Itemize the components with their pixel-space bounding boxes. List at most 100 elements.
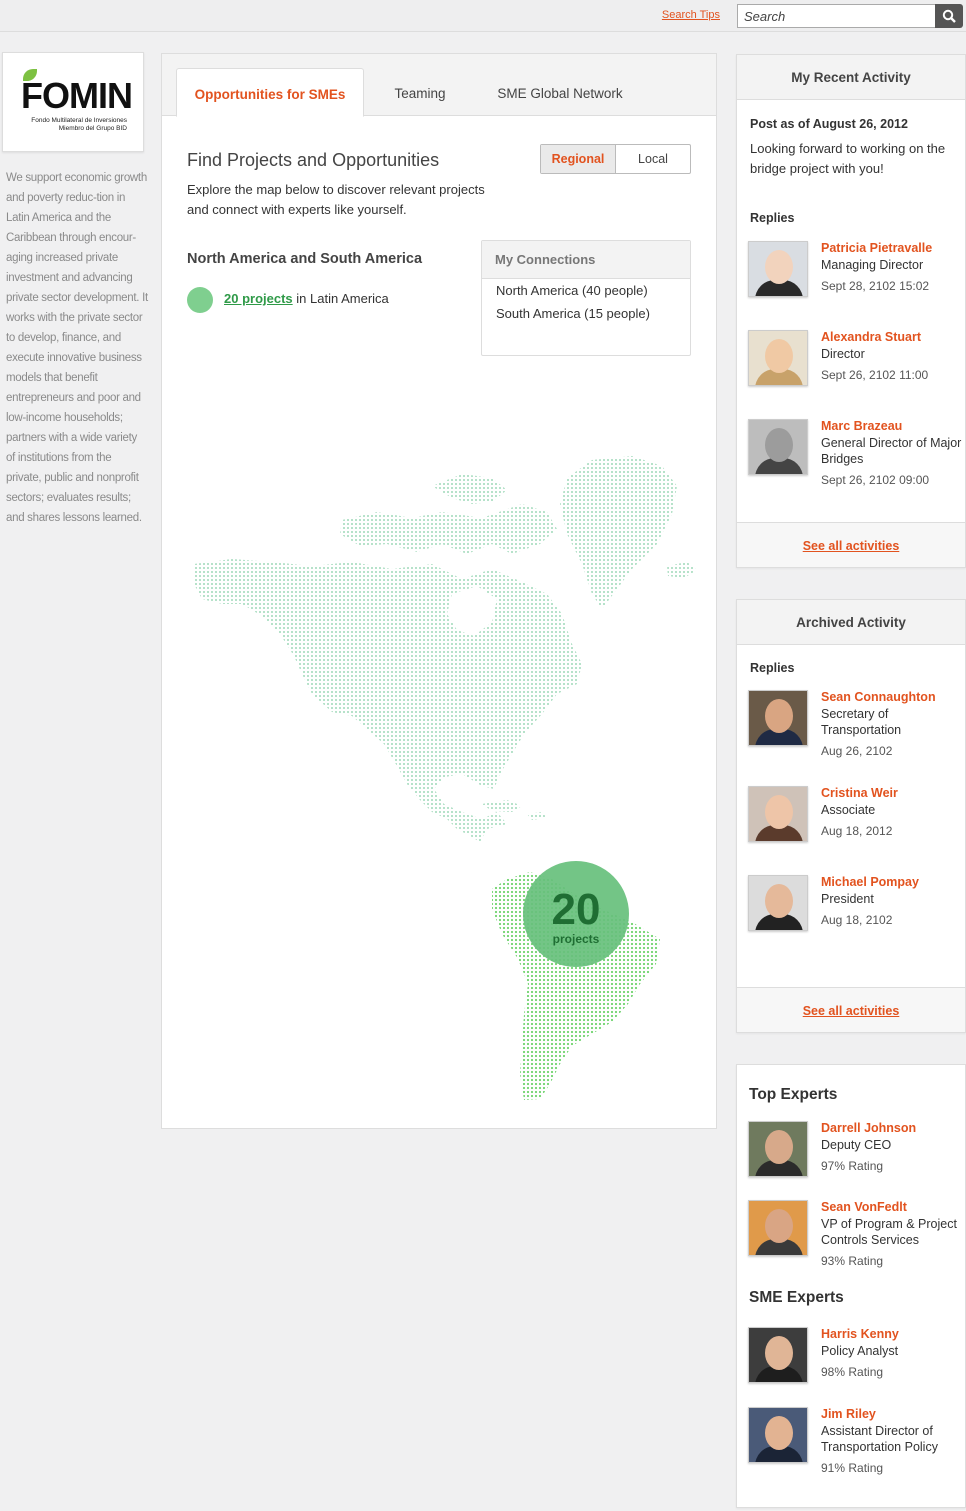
expert-role: Deputy CEO: [821, 1138, 892, 1152]
expert-name[interactable]: Harris Kenny: [821, 1327, 899, 1341]
greenland-shape: [560, 456, 677, 609]
recent-activity-title: My Recent Activity: [737, 55, 965, 100]
tab-sme-global-network[interactable]: SME Global Network: [480, 68, 640, 117]
avatar[interactable]: [748, 330, 808, 386]
scope-toggle: Regional Local: [540, 144, 691, 174]
reply-item[interactable]: Cristina Weir Associate Aug 18, 2012: [748, 786, 963, 866]
projects-link[interactable]: 20 projects: [224, 291, 293, 306]
expert-item[interactable]: Harris Kenny Policy Analyst 98% Rating: [748, 1327, 963, 1403]
reply-name[interactable]: Marc Brazeau: [821, 419, 902, 433]
top-bar: Search Tips Search: [0, 0, 966, 32]
reply-item[interactable]: Sean Connaughton Secretary of Transporta…: [748, 690, 963, 770]
reply-item[interactable]: Marc Brazeau General Director of Major B…: [748, 419, 963, 499]
reply-date: Sept 26, 2102 11:00: [821, 368, 929, 382]
reply-item[interactable]: Alexandra Stuart Director Sept 26, 2102 …: [748, 330, 963, 410]
reply-role: Director: [821, 347, 865, 361]
americas-map[interactable]: 20 projects: [162, 394, 716, 1114]
connections-title: My Connections: [482, 241, 690, 279]
avatar[interactable]: [748, 786, 808, 842]
expert-rating: 97% Rating: [821, 1159, 884, 1173]
page-title: Find Projects and Opportunities: [187, 150, 440, 170]
logo[interactable]: FOMIN Fondo Multilateral de Inversiones M…: [2, 52, 144, 152]
projects-bubble[interactable]: 20 projects: [523, 861, 629, 967]
expert-rating: 93% Rating: [821, 1254, 884, 1268]
avatar[interactable]: [748, 419, 808, 475]
projects-summary: 20 projects in Latin America: [224, 291, 389, 306]
expert-item[interactable]: Darrell Johnson Deputy CEO 97% Rating: [748, 1121, 963, 1197]
avatar[interactable]: [748, 875, 808, 931]
search-button[interactable]: [935, 4, 963, 28]
connection-row[interactable]: South America (15 people): [482, 302, 690, 325]
expert-role: Assistant Director of Transportation Pol…: [821, 1424, 938, 1454]
expert-role: VP of Program & Project Controls Service…: [821, 1217, 957, 1247]
local-button[interactable]: Local: [616, 145, 690, 173]
see-all-activities-link[interactable]: See all activities: [803, 1004, 900, 1018]
arctic-islands-shape: [340, 474, 557, 554]
project-dot-icon: [187, 287, 213, 313]
reply-role: Associate: [821, 803, 876, 817]
search-tips-link[interactable]: Search Tips: [662, 9, 720, 21]
top-experts-title: Top Experts: [749, 1086, 838, 1103]
archived-activity-title: Archived Activity: [737, 600, 965, 645]
expert-name[interactable]: Darrell Johnson: [821, 1121, 916, 1135]
reply-date: Sept 28, 2102 15:02: [821, 279, 930, 293]
iceland-shape: [667, 562, 697, 578]
see-all-footer: See all activities: [737, 522, 965, 567]
reply-name[interactable]: Sean Connaughton: [821, 690, 936, 704]
expert-rating: 98% Rating: [821, 1365, 884, 1379]
post-date: Post as of August 26, 2012: [750, 117, 908, 131]
reply-item[interactable]: Michael Pompay President Aug 18, 2102: [748, 875, 963, 955]
region-title: North America and South America: [187, 251, 423, 267]
tab-opportunities[interactable]: Opportunities for SMEs: [176, 68, 364, 117]
reply-name[interactable]: Alexandra Stuart: [821, 330, 921, 344]
avatar[interactable]: [748, 690, 808, 746]
see-all-footer: See all activities: [737, 987, 965, 1032]
search-icon: [942, 9, 956, 23]
north-america-shape: [194, 559, 582, 842]
reply-date: Aug 18, 2012: [821, 824, 893, 838]
replies-label: Replies: [750, 661, 795, 675]
archived-activity-panel: Archived Activity Replies Sean Connaught…: [736, 599, 966, 1033]
sme-experts-title: SME Experts: [749, 1289, 844, 1306]
logo-subtitle: Fondo Multilateral de Inversiones Miembro…: [31, 117, 127, 132]
expert-rating: 91% Rating: [821, 1461, 884, 1475]
reply-item[interactable]: Patricia Pietravalle Managing Director S…: [748, 241, 963, 321]
reply-role: Secretary of Transportation: [821, 707, 902, 737]
expert-item[interactable]: Jim Riley Assistant Director of Transpor…: [748, 1407, 963, 1497]
reply-role: President: [821, 892, 874, 906]
see-all-activities-link[interactable]: See all activities: [803, 539, 900, 553]
recent-activity-panel: My Recent Activity Post as of August 26,…: [736, 54, 966, 568]
reply-role: General Director of Major Bridges: [821, 436, 962, 466]
reply-name[interactable]: Patricia Pietravalle: [821, 241, 932, 255]
reply-date: Sept 26, 2102 09:00: [821, 473, 930, 487]
reply-date: Aug 26, 2102: [821, 744, 893, 758]
expert-role: Policy Analyst: [821, 1344, 899, 1358]
reply-role: Managing Director: [821, 258, 924, 272]
connection-row[interactable]: North America (40 people): [482, 279, 690, 302]
reply-date: Aug 18, 2102: [821, 913, 893, 927]
avatar[interactable]: [748, 241, 808, 297]
regional-button[interactable]: Regional: [541, 145, 616, 173]
expert-name[interactable]: Sean VonFedlt: [821, 1200, 907, 1214]
avatar[interactable]: [748, 1407, 808, 1463]
avatar[interactable]: [748, 1327, 808, 1383]
expert-item[interactable]: Sean VonFedlt VP of Program & Project Co…: [748, 1200, 963, 1290]
experts-panel: Top Experts Darrell Johnson Deputy CEO 9…: [736, 1064, 966, 1508]
reply-name[interactable]: Cristina Weir: [821, 786, 898, 800]
avatar[interactable]: [748, 1200, 808, 1256]
tab-teaming[interactable]: Teaming: [372, 68, 468, 117]
post-message: Looking forward to working on the bridge…: [750, 141, 946, 176]
search-input[interactable]: Search: [737, 4, 936, 28]
tab-bar: Opportunities for SMEs Teaming SME Globa…: [162, 54, 716, 117]
bubble-label: projects: [553, 932, 600, 946]
replies-label: Replies: [750, 211, 795, 225]
expert-name[interactable]: Jim Riley: [821, 1407, 876, 1421]
intro-text: Explore the map below to discover releva…: [187, 182, 485, 217]
mission-text: We support economic growth and poverty r…: [6, 172, 148, 524]
main-panel: Opportunities for SMEs Teaming SME Globa…: [161, 53, 717, 1129]
avatar[interactable]: [748, 1121, 808, 1177]
logo-wordmark: FOMIN: [21, 69, 133, 117]
connections-box: My Connections North America (40 people)…: [481, 240, 691, 356]
reply-name[interactable]: Michael Pompay: [821, 875, 919, 889]
bubble-count: 20: [552, 885, 601, 934]
